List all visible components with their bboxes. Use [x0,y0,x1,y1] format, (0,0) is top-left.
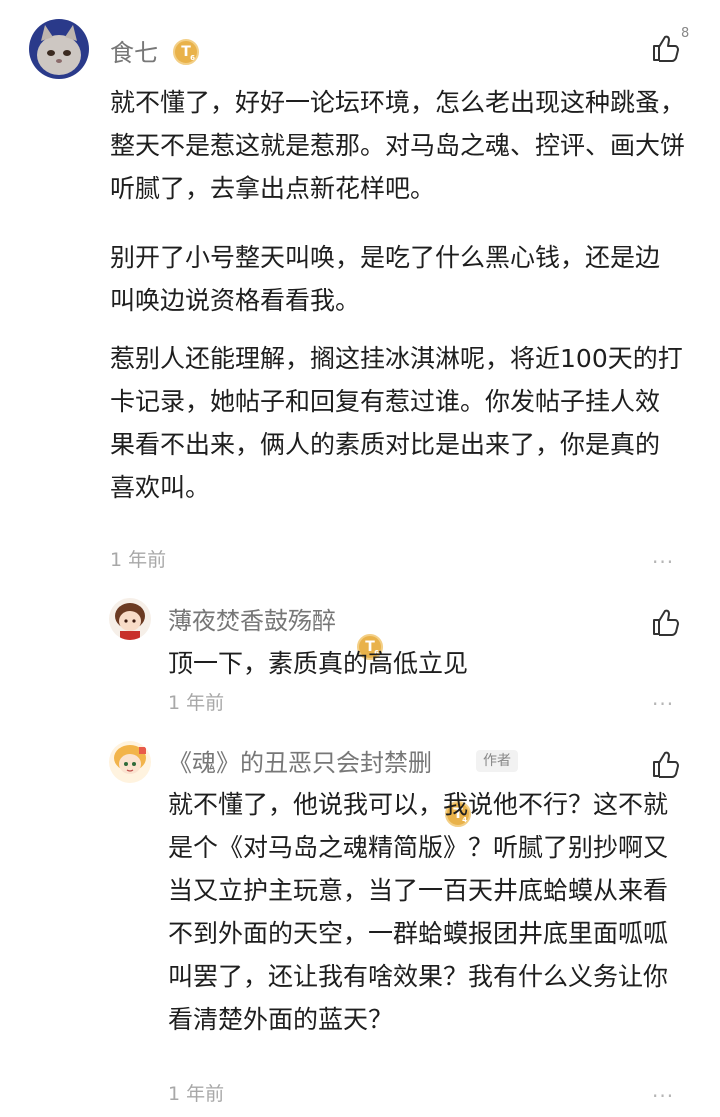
comment-paragraph: 惹别人还能理解，搁这挂冰淇淋呢，将近100天的打 卡记录，她帖子和回复有惹过谁。… [110,337,683,509]
cat-avatar-image [29,19,89,79]
reply-time: 1 年前 [168,692,225,714]
more-dots-icon[interactable]: ··· [652,1086,674,1106]
like-button[interactable] [650,606,682,638]
comment-line: 卡记录，她帖子和回复有惹过谁。你发帖子挂人效 [110,387,661,416]
reply-line: 不到外面的天空，一群蛤蟆报团井底里面呱呱 [168,919,669,948]
comment-line: 叫唤边说资格看看我。 [110,286,361,315]
reply-text: 就不懂了，他说我可以，我说他不行？这不就 是个《对马岛之魂精简版》？听腻了别抄啊… [168,783,668,1041]
reply-line: 就不懂了，他说我可以，我说他不行？这不就 [168,790,669,819]
anime-avatar-image [109,598,151,640]
avatar-reply-2[interactable] [109,741,151,783]
comment-paragraph: 别开了小号整天叫唤，是吃了什么黑心钱，还是边 叫唤边说资格看看我。 [110,236,660,322]
username[interactable]: 薄夜焚香鼓殇醉 [168,606,336,636]
like-count: 8 [681,26,690,41]
avatar-reply-1[interactable] [109,598,151,640]
reply-time: 1 年前 [168,1083,225,1105]
anime-avatar-image [109,741,151,783]
like-button[interactable] [650,32,682,64]
reply-line: 顶一下，素质真的高低立见 [168,649,469,678]
reply-line: 是个《对马岛之魂精简版》？听腻了别抄啊又 [168,833,669,862]
comment-line: 别开了小号整天叫唤，是吃了什么黑心钱，还是边 [110,243,661,272]
thumbs-up-icon [653,35,679,62]
thumbs-up-icon [653,751,679,778]
more-dots-icon[interactable]: ··· [652,694,674,714]
reply-line: 看清楚外面的蓝天？ [168,1005,394,1034]
reply-line: 叫罢了，还让我有啥效果？我有什么义务让你 [168,962,669,991]
comment-line: 就不懂了，好好一论坛环境，怎么老出现这种跳蚤， [110,88,686,117]
reply-line: 当又立护主玩意，当了一百天井底蛤蟆从来看 [168,876,669,905]
comment-line: 喜欢叫。 [110,473,211,502]
username[interactable]: 《魂》的丑恶只会封禁删 [168,748,432,778]
level-badge: T 6 [173,39,199,65]
comment-line: 整天不是惹这就是惹那。对马岛之魂、控评、画大饼 [110,131,686,160]
reply-text: 顶一下，素质真的高低立见 [168,642,468,685]
username[interactable]: 食七 [110,38,158,68]
badge-level: 6 [190,54,195,62]
more-dots-icon[interactable]: ··· [652,552,674,572]
comment-time: 1 年前 [110,549,167,571]
like-button[interactable] [650,748,682,780]
comment-paragraph: 就不懂了，好好一论坛环境，怎么老出现这种跳蚤， 整天不是惹这就是惹那。对马岛之魂… [110,81,685,210]
comment-line: 听腻了，去拿出点新花样吧。 [110,174,436,203]
avatar-cat[interactable] [29,19,89,79]
author-tag: 作者 [476,750,518,772]
comment-line: 果看不出来，俩人的素质对比是出来了，你是真的 [110,430,661,459]
comment-line: 惹别人还能理解，搁这挂冰淇淋呢，将近100天的打 [110,344,683,373]
thumbs-up-icon [653,609,679,636]
